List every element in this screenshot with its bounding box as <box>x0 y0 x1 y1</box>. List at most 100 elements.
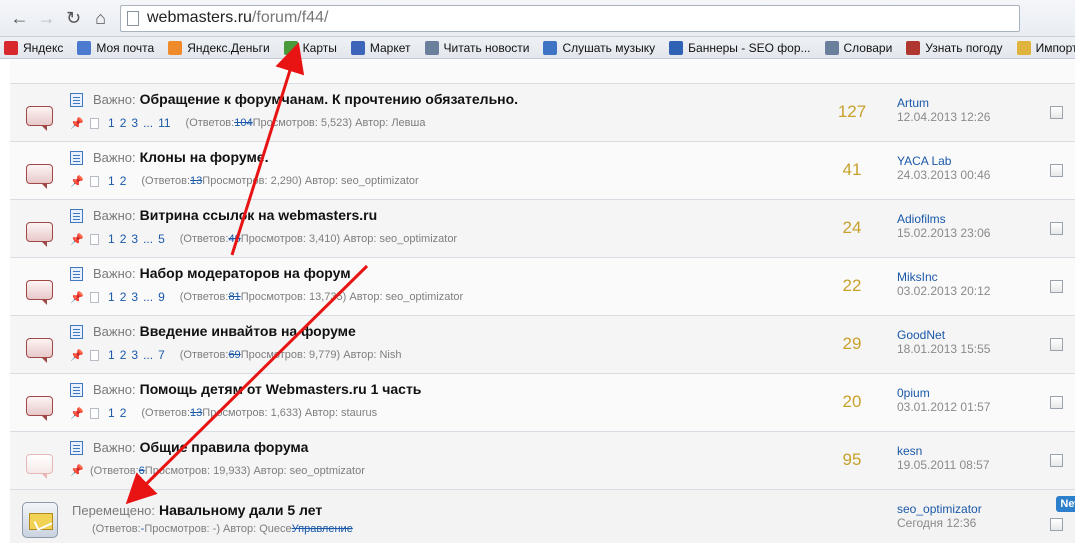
browser-toolbar: ← → ↻ ⌂ webmasters.ru/forum/f44/ <box>0 0 1075 37</box>
reply-count-link[interactable]: 13 <box>190 407 202 419</box>
select-checkbox[interactable] <box>1050 518 1063 531</box>
last-post: Adiofilms 15.02.2013 23:06 <box>897 212 990 240</box>
topic-title-link[interactable]: Обращение к форумчанам. К прочтению обяз… <box>140 91 518 107</box>
document-icon <box>70 441 83 455</box>
bookmark-item[interactable]: Яндекс.Деньги <box>168 40 270 55</box>
last-post-user[interactable]: MiksInc <box>897 270 990 284</box>
bookmarks-bar: Яндекс Моя почта Яндекс.Деньги Карты Маркет Ч… <box>0 37 1075 59</box>
page-link[interactable]: 1 <box>108 174 115 188</box>
topic-title-link[interactable]: Помощь детям от Webmasters.ru 1 часть <box>140 381 422 397</box>
page-link[interactable]: 7 <box>158 348 165 362</box>
bookmark-item[interactable]: Моя почта <box>77 40 154 55</box>
page-link[interactable]: 2 <box>120 232 127 246</box>
page-link[interactable]: 1 <box>108 116 115 130</box>
topic-prefix: Важно: <box>93 266 136 281</box>
pages-icon <box>90 291 99 303</box>
page-link[interactable]: 1 <box>108 348 115 362</box>
topic-title-link[interactable]: Клоны на форуме. <box>140 149 269 165</box>
bookmark-item[interactable]: Слушать музыку <box>543 40 655 55</box>
document-icon <box>70 209 83 223</box>
reply-count-link[interactable]: 69 <box>228 349 240 361</box>
topic-prefix: Важно: <box>93 92 136 107</box>
reload-button[interactable]: ↻ <box>60 5 87 32</box>
page-link[interactable]: 3 <box>131 116 138 130</box>
topic-meta: 📌 (Ответов: 6 Просмотров: 19,933) Автор: … <box>70 464 365 478</box>
back-button[interactable]: ← <box>6 5 33 32</box>
arrow-right-icon: → <box>37 7 56 28</box>
bookmark-item[interactable]: Яндекс <box>4 40 63 55</box>
bookmark-item[interactable]: Узнать погоду <box>906 40 1003 55</box>
topic-title-link[interactable]: Набор модераторов на форум <box>140 265 351 281</box>
select-checkbox[interactable] <box>1050 338 1063 351</box>
page-link[interactable]: 1 <box>108 290 115 304</box>
last-post-user[interactable]: 0pium <box>897 386 990 400</box>
last-post-user[interactable]: kesn <box>897 444 990 458</box>
page-link[interactable]: 3 <box>131 348 138 362</box>
meta-prefix: (Ответов: <box>179 291 229 303</box>
topic-meta: 📌 1 2 3... 9 (Ответов: 81 Просмотров: 13,735)… <box>70 290 463 304</box>
reply-count: 24 <box>842 218 862 237</box>
topic-title-line: Важно: Обращение к форумчанам. К прочтени… <box>93 91 518 107</box>
reply-count-link[interactable]: 13 <box>190 175 202 187</box>
last-post-user[interactable]: YACA Lab <box>897 154 990 168</box>
page-link[interactable]: 2 <box>120 116 127 130</box>
reply-count-link[interactable]: 104 <box>234 117 252 129</box>
page-link[interactable]: 9 <box>158 290 165 304</box>
page-link[interactable]: 11 <box>158 116 170 130</box>
bookmark-item[interactable]: Карты <box>283 40 337 55</box>
topic-title-link[interactable]: Витрина ссылок на webmasters.ru <box>140 207 378 223</box>
select-checkbox[interactable] <box>1050 222 1063 235</box>
page-link[interactable]: 3 <box>131 232 138 246</box>
bookmark-item[interactable]: Читать новости <box>424 40 529 55</box>
page-link[interactable]: 2 <box>120 290 127 304</box>
bookmark-item[interactable]: Словари <box>824 40 892 55</box>
meta-details: Просмотров: 2,290) Автор: seo_optimizato… <box>202 175 419 187</box>
reply-count: 95 <box>842 450 862 469</box>
bookmark-label: Узнать погоду <box>925 40 1003 55</box>
page-link[interactable]: 1 <box>108 406 115 420</box>
last-post-time: 03.02.2013 20:12 <box>897 284 991 298</box>
topic-title-link[interactable]: Введение инвайтов на форуме <box>140 323 356 339</box>
meta-prefix: (Ответов: <box>90 464 139 477</box>
last-post-user[interactable]: Artum <box>897 96 990 110</box>
select-checkbox[interactable] <box>1050 164 1063 177</box>
pages-icon <box>90 175 99 187</box>
reply-count-link[interactable]: 46 <box>228 233 240 245</box>
topic-status-icon <box>26 164 53 189</box>
page-link[interactable]: 2 <box>120 406 127 420</box>
last-post-user[interactable]: Adiofilms <box>897 212 990 226</box>
bookmark-item[interactable]: Импорт <box>1016 40 1075 55</box>
topic-row: Важно: Обращение к форумчанам. К прочтени… <box>10 84 1075 142</box>
select-checkbox[interactable] <box>1050 280 1063 293</box>
select-checkbox[interactable] <box>1050 106 1063 119</box>
reply-count: 127 <box>837 102 867 121</box>
reply-count-link[interactable]: 81 <box>228 291 240 303</box>
topic-meta: (Ответов: - Просмотров: -) Автор: Quece У… <box>92 523 353 535</box>
bookmark-item[interactable]: Баннеры - SEO фор... <box>669 40 811 55</box>
last-post-user[interactable]: GoodNet <box>897 328 990 342</box>
forward-button[interactable]: → <box>33 5 60 32</box>
page-link[interactable]: 3 <box>131 290 138 304</box>
select-checkbox[interactable] <box>1050 396 1063 409</box>
page-link[interactable]: 2 <box>120 348 127 362</box>
arrow-left-icon: ← <box>10 7 29 28</box>
forum-link[interactable]: Управление <box>292 523 353 535</box>
page-link[interactable]: 1 <box>108 232 115 246</box>
page-link[interactable]: 5 <box>158 232 165 246</box>
topic-title-link[interactable]: Общие правила форума <box>140 439 309 455</box>
home-button[interactable]: ⌂ <box>87 5 114 32</box>
topic-title-link[interactable]: Навальному дали 5 лет <box>159 502 322 518</box>
topic-row-partial <box>10 60 1075 84</box>
last-post: MiksInc 03.02.2013 20:12 <box>897 270 990 298</box>
bookmark-item[interactable]: Маркет <box>350 40 411 55</box>
last-post-time: 03.01.2012 01:57 <box>897 400 991 414</box>
address-bar[interactable]: webmasters.ru/forum/f44/ <box>120 4 1020 32</box>
bookmark-label: Импорт <box>1035 40 1075 55</box>
topic-status-icon <box>26 338 53 363</box>
page-icon <box>127 10 139 26</box>
star-icon <box>669 40 684 55</box>
last-post-user[interactable]: seo_optimizator <box>897 502 982 516</box>
page-link[interactable]: 2 <box>120 174 127 188</box>
select-checkbox[interactable] <box>1050 454 1063 467</box>
url-host: webmasters.ru <box>147 9 252 26</box>
